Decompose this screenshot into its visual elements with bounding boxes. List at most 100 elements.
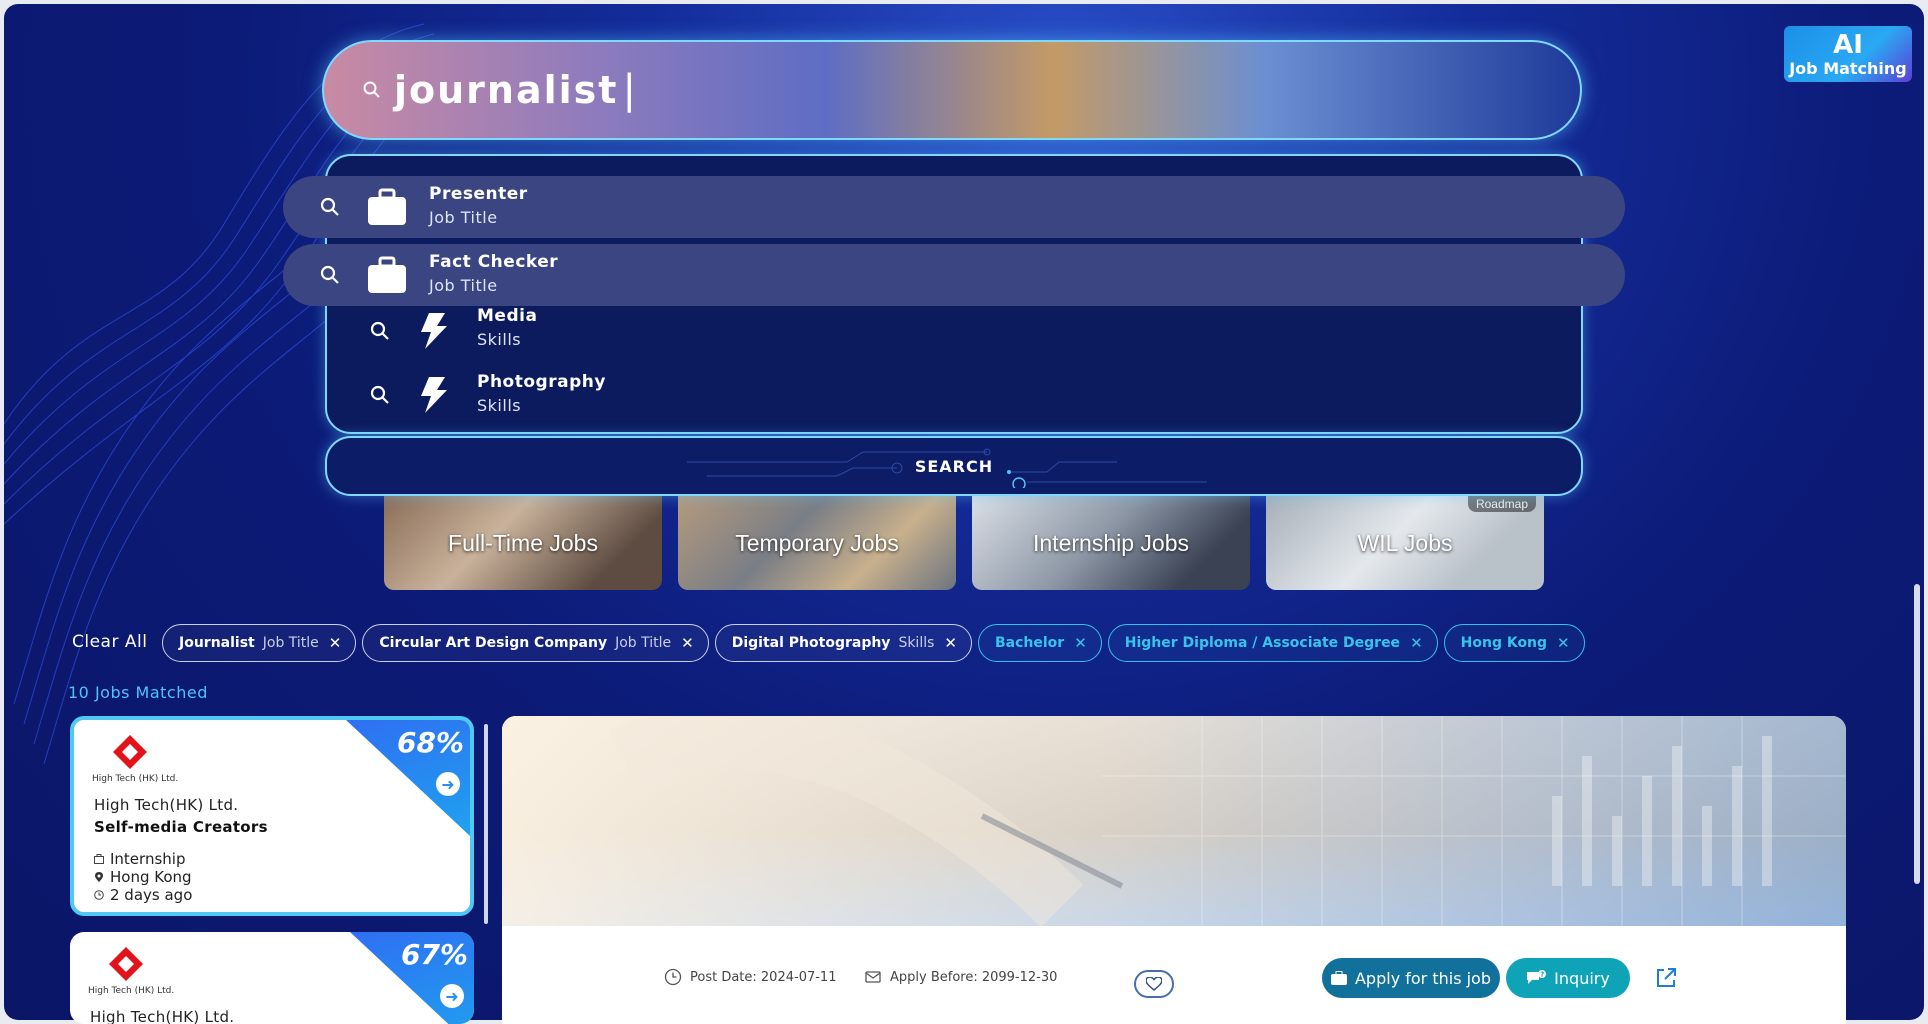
close-icon[interactable]: ✕	[1557, 634, 1570, 652]
filter-chip[interactable]: Journalist Job Title ✕	[162, 624, 357, 662]
category-label: Temporary Jobs	[735, 529, 899, 556]
briefcase-icon	[368, 256, 406, 293]
close-icon[interactable]: ✕	[329, 634, 342, 652]
filter-chip[interactable]: Bachelor ✕	[977, 624, 1102, 662]
briefcase-icon	[94, 854, 104, 864]
arrow-right-icon[interactable]: ➜	[440, 984, 464, 1008]
briefcase-icon	[368, 188, 406, 225]
results-scrollbar[interactable]	[484, 724, 488, 924]
company-logo-text: High Tech (HK) Ltd.	[88, 986, 175, 996]
ai-badge-subtitle: Job Matching	[1789, 59, 1907, 78]
location-pin-icon	[95, 872, 103, 882]
external-link-icon[interactable]	[1654, 966, 1678, 990]
filter-chip[interactable]: Digital Photography Skills ✕	[714, 624, 972, 662]
company-name: High Tech(HK) Ltd.	[94, 796, 239, 814]
suggestion-type: Job Title	[429, 276, 498, 295]
apply-button[interactable]: Apply for this job	[1322, 958, 1500, 998]
suggestion-type: Skills	[477, 396, 522, 415]
lightning-icon	[421, 377, 447, 413]
text-caret: |	[622, 67, 636, 113]
suggestion-type: Skills	[477, 330, 522, 349]
chip-type: Job Title	[262, 635, 319, 651]
chip-name: Bachelor	[994, 635, 1065, 651]
heart-icon	[1146, 977, 1162, 991]
svg-text:?: ?	[1540, 971, 1544, 979]
clear-all-button[interactable]: Clear All	[72, 632, 147, 652]
job-posted: 2 days ago	[94, 886, 192, 904]
close-icon[interactable]: ✕	[1410, 634, 1423, 652]
search-icon	[320, 197, 339, 216]
mail-icon	[865, 971, 881, 983]
close-icon[interactable]: ✕	[944, 634, 957, 652]
close-icon[interactable]: ✕	[1074, 634, 1087, 652]
job-type-text: Internship	[110, 850, 186, 868]
ai-badge-title: AI	[1833, 30, 1863, 60]
inquiry-button-label: Inquiry	[1554, 968, 1610, 988]
briefcase-icon	[1330, 971, 1347, 985]
company-logo-text: High Tech (HK) Ltd.	[92, 774, 179, 784]
company-logo	[113, 735, 147, 769]
suggestion-name: Photography	[477, 372, 606, 392]
company-logo	[109, 947, 143, 981]
category-label: Internship Jobs	[1033, 529, 1189, 556]
chip-name: Journalist	[179, 635, 255, 651]
chip-type: Skills	[898, 635, 935, 651]
chip-name: Circular Art Design Company	[379, 635, 608, 651]
page-scrollbar[interactable]	[1914, 584, 1920, 884]
search-button[interactable]: SEARCH	[325, 436, 1583, 496]
job-card[interactable]: 68% ➜ High Tech (HK) Ltd. High Tech(HK) …	[70, 716, 474, 916]
filter-chip[interactable]: Circular Art Design Company Job Title ✕	[362, 624, 709, 662]
company-name: High Tech(HK) Ltd.	[90, 1008, 235, 1024]
search-icon	[370, 321, 389, 340]
apply-before-text: Apply Before: 2099-12-30	[890, 969, 1058, 985]
post-date: Post Date: 2024-07-11	[664, 968, 836, 986]
category-tile-internship[interactable]: Internship Jobs	[972, 496, 1250, 590]
roadmap-badge[interactable]: Roadmap	[1467, 496, 1536, 512]
suggestion-name: Media	[477, 306, 538, 326]
suggestion-item[interactable]: Fact Checker Job Title	[283, 244, 1625, 306]
search-icon	[320, 265, 339, 284]
chat-question-icon: ?	[1527, 970, 1547, 984]
category-tile-full-time[interactable]: Full-Time Jobs	[384, 496, 662, 590]
arrow-right-icon[interactable]: ➜	[436, 772, 460, 796]
category-tile-temporary[interactable]: Temporary Jobs	[678, 496, 956, 590]
match-percent: 68%	[396, 726, 464, 759]
filter-chip-list: Journalist Job Title ✕ Circular Art Desi…	[162, 624, 1585, 662]
ai-job-matching-badge[interactable]: AI Job Matching	[1784, 26, 1912, 82]
category-tile-wil[interactable]: Roadmap WIL Jobs	[1266, 496, 1544, 590]
suggestion-type: Job Title	[429, 208, 498, 227]
job-detail-panel: Post Date: 2024-07-11 Apply Before: 2099…	[502, 716, 1846, 1024]
favorite-button[interactable]	[1134, 970, 1174, 998]
clock-icon	[94, 890, 104, 900]
clock-icon	[664, 968, 682, 986]
search-query-text: journalist	[394, 68, 619, 112]
inquiry-button[interactable]: ? Inquiry	[1506, 958, 1630, 998]
category-label: WIL Jobs	[1357, 529, 1453, 556]
job-type: Internship	[94, 850, 185, 868]
job-posted-text: 2 days ago	[110, 886, 193, 904]
job-location-text: Hong Kong	[110, 868, 192, 886]
apply-before: Apply Before: 2099-12-30	[864, 968, 1057, 986]
job-location: Hong Kong	[94, 868, 192, 886]
filter-chip[interactable]: Hong Kong ✕	[1443, 624, 1585, 662]
lightning-icon	[421, 313, 447, 349]
apply-button-label: Apply for this job	[1354, 968, 1491, 988]
job-card[interactable]: 67% ➜ High Tech (HK) Ltd. High Tech(HK) …	[70, 932, 474, 1024]
results-count: 10 Jobs Matched	[68, 683, 208, 702]
suggestion-name: Presenter	[429, 184, 528, 204]
chip-name: Digital Photography	[731, 635, 891, 651]
suggestion-item[interactable]: Media Skills	[325, 300, 1583, 362]
post-date-text: Post Date: 2024-07-11	[690, 969, 837, 985]
job-banner-image	[502, 716, 1846, 926]
chip-name: Hong Kong	[1460, 635, 1548, 651]
suggestion-item[interactable]: Photography Skills	[325, 364, 1583, 426]
search-input[interactable]: journalist |	[322, 40, 1582, 140]
job-title: Self-media Creators	[94, 818, 268, 836]
filter-chip[interactable]: Higher Diploma / Associate Degree ✕	[1107, 624, 1438, 662]
close-icon[interactable]: ✕	[681, 634, 694, 652]
suggestion-item[interactable]: Presenter Job Title	[283, 176, 1625, 238]
search-button-label: SEARCH	[914, 456, 994, 476]
match-percent: 67%	[400, 938, 468, 971]
category-label: Full-Time Jobs	[448, 529, 598, 556]
job-detail-actions: Post Date: 2024-07-11 Apply Before: 2099…	[502, 926, 1846, 1024]
